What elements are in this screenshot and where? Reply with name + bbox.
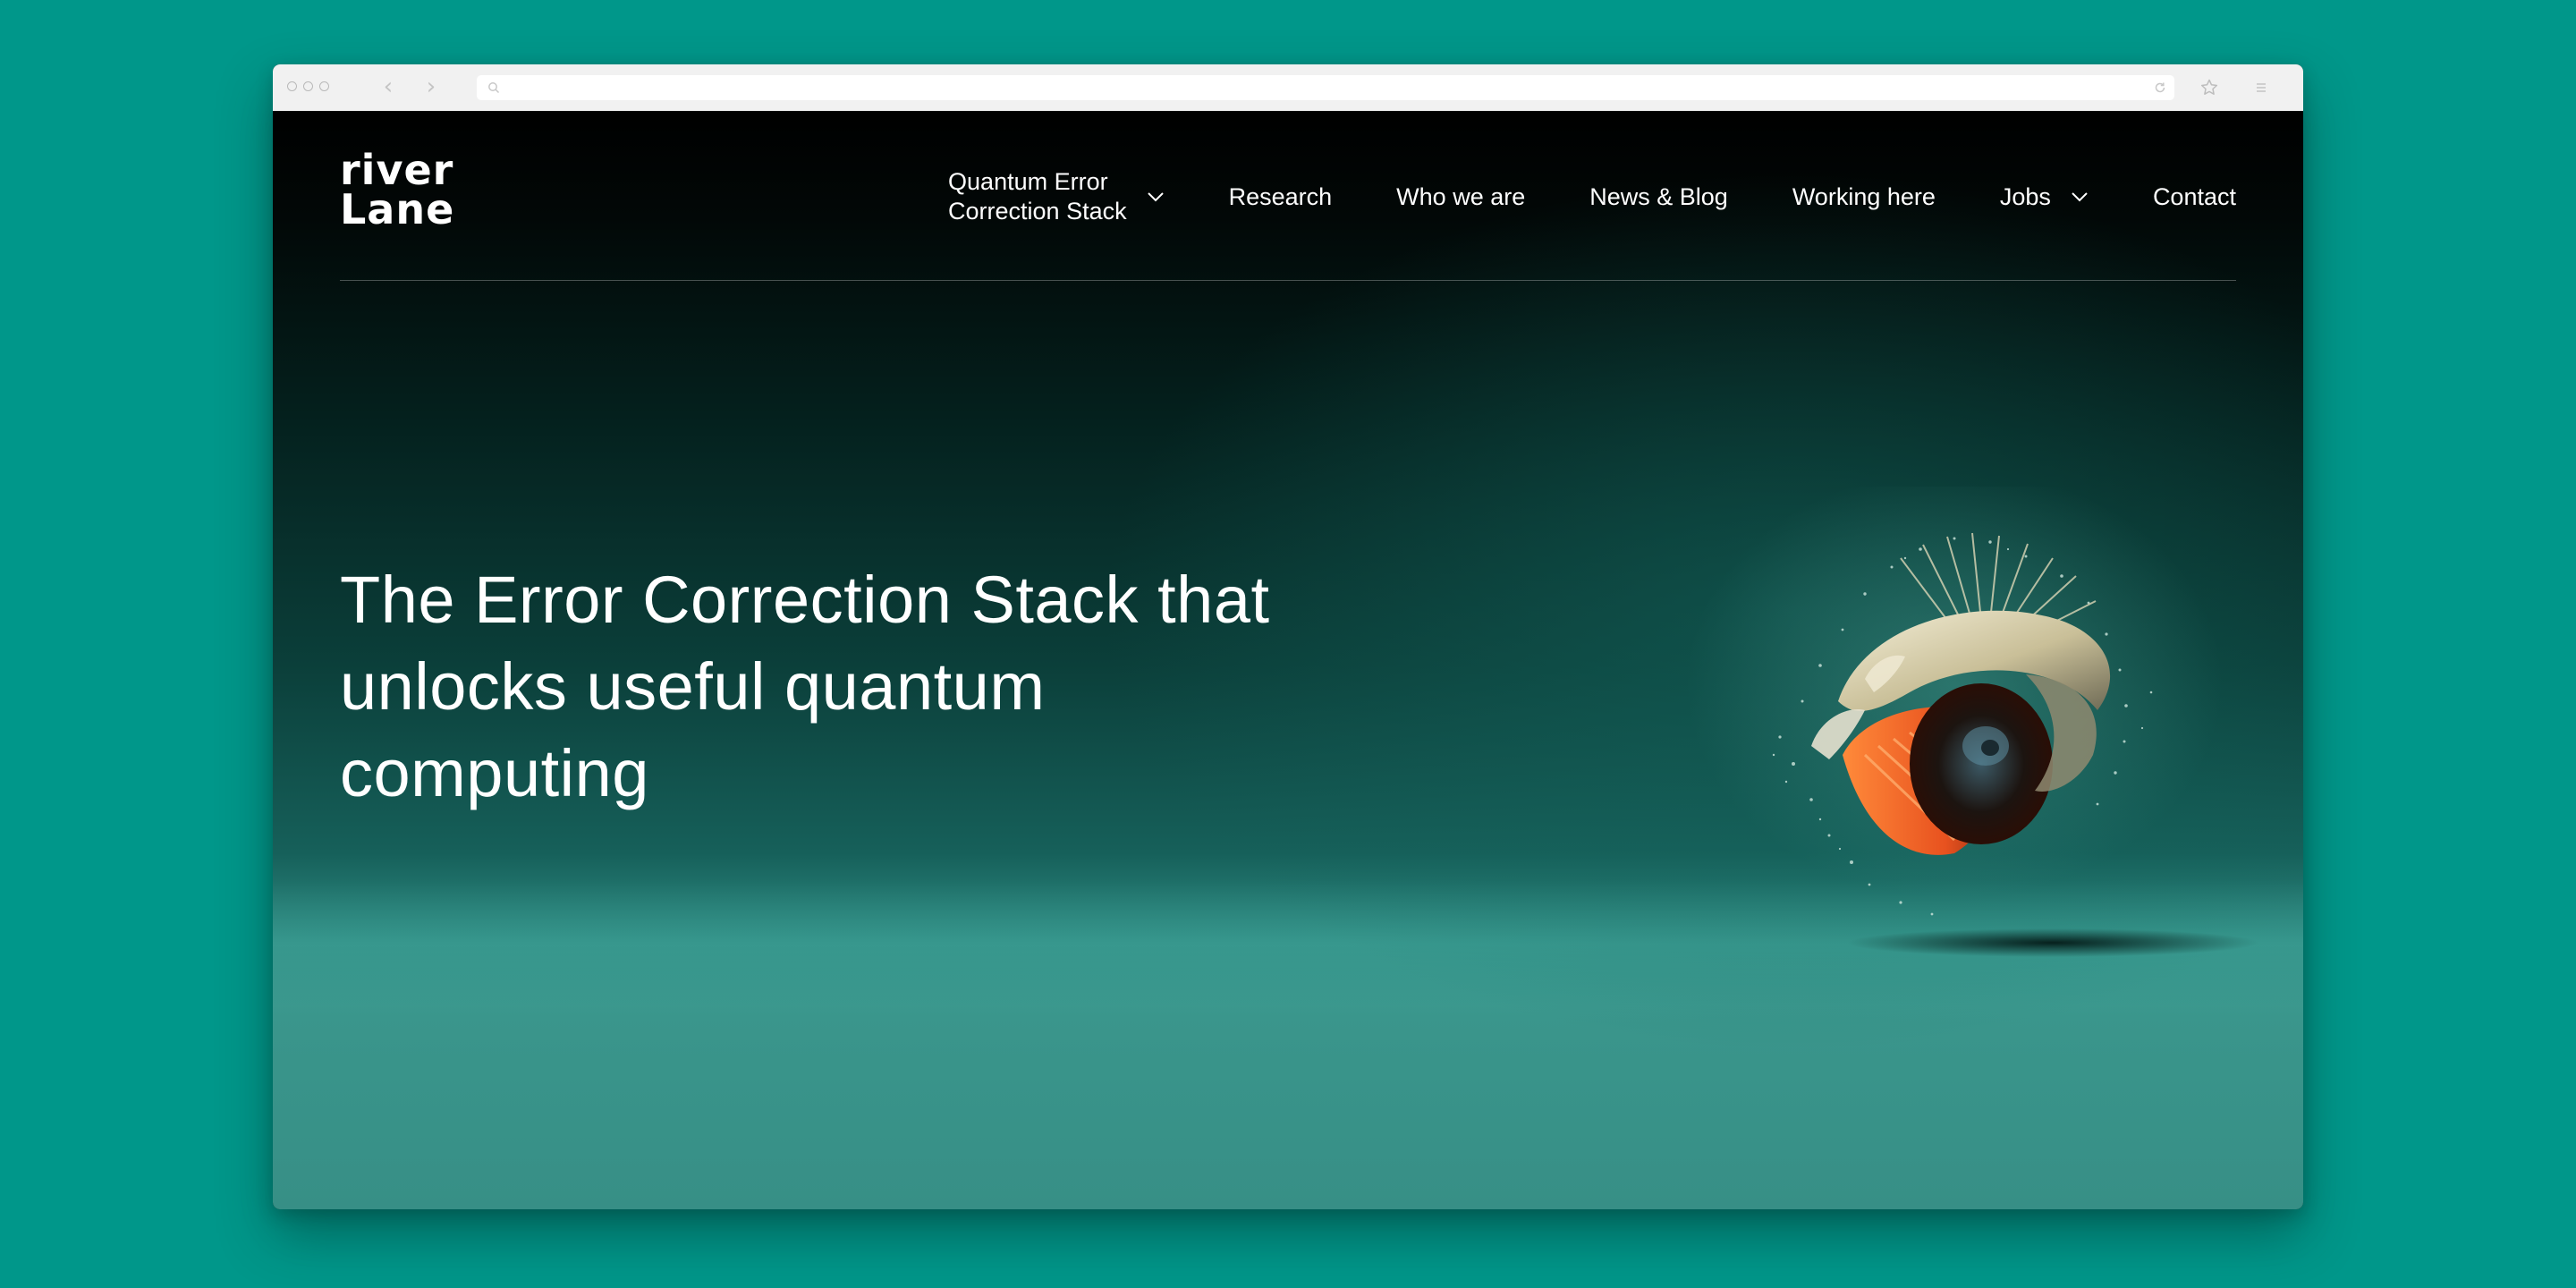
nav-item-label: News & Blog [1589, 182, 1728, 210]
back-arrow-icon[interactable]: ‹ [375, 73, 402, 100]
logo-line-2: Lane [340, 185, 455, 233]
nav-item-contact[interactable]: Contact [2153, 182, 2236, 212]
bookmark-star-icon[interactable] [2198, 76, 2221, 99]
nav-item-jobs[interactable]: Jobs [2000, 182, 2089, 212]
menu-icon[interactable] [2250, 76, 2273, 99]
forward-arrow-icon[interactable]: › [418, 73, 445, 100]
riverlane-logo[interactable]: river Lane [340, 146, 465, 236]
nav-item-label: Jobs [1999, 182, 2051, 210]
reload-icon[interactable] [2153, 80, 2167, 95]
hero-title: The Error Correction Stack that unlocks … [340, 563, 1270, 810]
browser-chrome: ‹ › [273, 64, 2303, 112]
chevron-down-icon [2072, 192, 2088, 202]
logo-line-1: river [340, 146, 454, 194]
nav-item-news-blog[interactable]: News & Blog [1589, 182, 1728, 212]
browser-window: ‹ › river Lane Quantum Error Correction … [273, 64, 2303, 1209]
nav-item-quantum-error-correction-stack[interactable]: Quantum Error Correction Stack [948, 167, 1165, 226]
close-window-button[interactable] [287, 81, 297, 91]
nav-item-label: Research [1228, 182, 1333, 210]
nav-item-label: Contact [2152, 182, 2236, 210]
maximize-window-button[interactable] [319, 81, 329, 91]
nav-item-label: Who we are [1396, 182, 1526, 210]
nav-item-working-here[interactable]: Working here [1792, 182, 1936, 212]
quantum-orb-illustration [1686, 487, 2258, 957]
nav-item-research[interactable]: Research [1229, 182, 1333, 212]
minimize-window-button[interactable] [303, 81, 313, 91]
address-bar[interactable] [477, 75, 2174, 100]
nav-item-who-we-are[interactable]: Who we are [1396, 182, 1525, 212]
nav-item-label: Quantum Error Correction Stack [948, 168, 1127, 225]
nav-item-label: Working here [1792, 182, 1936, 210]
main-nav: Quantum Error Correction Stack Research … [948, 161, 2236, 233]
site-header: river Lane Quantum Error Correction Stac… [340, 111, 2236, 281]
chevron-down-icon [1147, 192, 1164, 202]
search-icon [488, 82, 500, 94]
web-page: river Lane Quantum Error Correction Stac… [273, 111, 2303, 1209]
